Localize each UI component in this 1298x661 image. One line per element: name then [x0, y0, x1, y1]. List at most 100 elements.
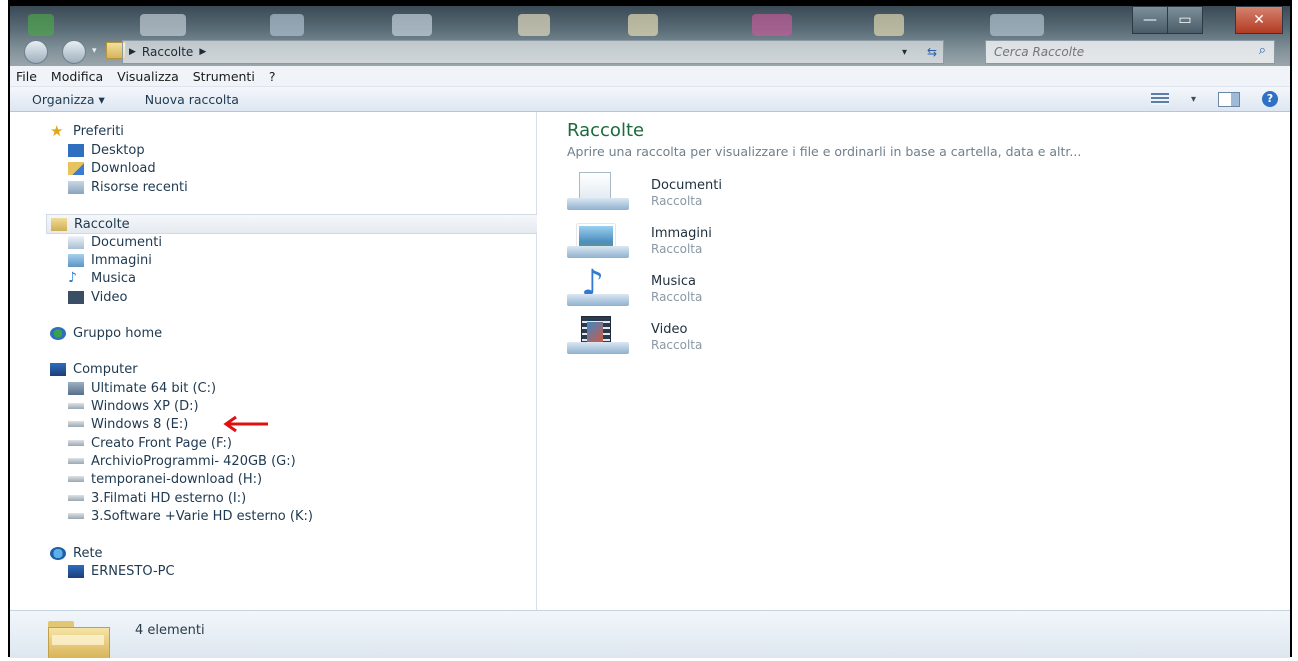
music-library-icon: ♪: [567, 266, 629, 312]
menu-strumenti[interactable]: Strumenti: [193, 69, 255, 84]
hard-drive-icon: [68, 458, 84, 464]
recent-pages-chevron-icon[interactable]: ▾: [92, 46, 97, 56]
status-bar: 4 elementi: [10, 610, 1290, 658]
libraries-folder-large-icon: [48, 621, 110, 658]
red-arrow-annotation-icon: [223, 416, 268, 432]
library-type: Raccolta: [651, 289, 703, 304]
nav-item-label: Immagini: [91, 252, 152, 268]
library-type: Raccolta: [651, 193, 703, 208]
nav-item-desktop[interactable]: Desktop: [68, 141, 145, 159]
nav-libraries[interactable]: Raccolte: [46, 214, 540, 234]
taskbar-blur-icon: [518, 14, 550, 36]
taskbar-blur-icon: [752, 14, 792, 36]
menu-visualizza[interactable]: Visualizza: [117, 69, 179, 84]
content-pane: Raccolte Aprire una raccolta per visuali…: [537, 112, 1290, 610]
nav-drive-d[interactable]: Windows XP (D:): [68, 397, 199, 415]
back-button[interactable]: [24, 40, 48, 64]
download-folder-icon: [68, 161, 84, 175]
taskbar-blur-icon: [392, 14, 432, 36]
documents-library-icon: [567, 170, 629, 216]
system-drive-icon: [68, 381, 84, 395]
search-box[interactable]: ⌕: [985, 40, 1275, 64]
homegroup-icon: [50, 326, 66, 340]
item-count: 4 elementi: [135, 623, 205, 638]
nav-item-label: Windows XP (D:): [91, 398, 199, 414]
nav-network[interactable]: Rete: [50, 544, 103, 562]
nav-item-documenti[interactable]: Documenti: [68, 233, 162, 251]
nav-computer[interactable]: Computer: [50, 360, 138, 378]
nav-item-label: ArchivioProgrammi- 420GB (G:): [91, 453, 296, 469]
nav-drive-g[interactable]: ArchivioProgrammi- 420GB (G:): [68, 452, 296, 470]
menu-modifica[interactable]: Modifica: [51, 69, 103, 84]
view-options-chevron-icon[interactable]: ▾: [1191, 94, 1196, 105]
menu-help[interactable]: ?: [269, 69, 276, 84]
documents-icon: [68, 235, 84, 249]
page-subtitle: Aprire una raccolta per visualizzare i f…: [567, 144, 1082, 159]
nav-drive-i[interactable]: 3.Filmati HD esterno (I:): [68, 489, 246, 507]
new-library-button[interactable]: Nuova raccolta: [145, 92, 239, 107]
minimize-button[interactable]: —: [1132, 6, 1168, 34]
libraries-icon: [51, 217, 67, 231]
view-controls: ▾ ?: [1150, 91, 1278, 107]
preview-pane-icon[interactable]: [1218, 91, 1240, 107]
nav-item-immagini[interactable]: Immagini: [68, 251, 152, 269]
nav-item-label: Video: [91, 289, 128, 305]
search-icon[interactable]: ⌕: [1259, 43, 1266, 58]
nav-drive-e[interactable]: Windows 8 (E:): [68, 415, 188, 433]
nav-item-ernesto-pc[interactable]: ERNESTO-PC: [68, 562, 175, 580]
recent-places-icon: [68, 180, 84, 194]
taskbar-blur-icon: [28, 14, 54, 36]
hard-drive-icon: [68, 513, 84, 519]
library-type: Raccolta: [651, 337, 703, 352]
hard-drive-icon: [68, 476, 84, 482]
hard-drive-icon: [68, 495, 84, 501]
address-bar[interactable]: ▶ Raccolte ▶ ▾ ⇆: [122, 40, 944, 64]
nav-favorites[interactable]: ★ Preferiti: [50, 122, 124, 140]
menu-file[interactable]: File: [16, 69, 37, 84]
nav-item-label: temporanei-download (H:): [91, 471, 263, 487]
nav-item-label: Musica: [91, 270, 136, 286]
nav-item-musica[interactable]: ♪ Musica: [68, 269, 136, 287]
taskbar-blur-icon: [628, 14, 658, 36]
taskbar-blur-icon: [990, 14, 1044, 36]
refresh-icon[interactable]: ⇆: [927, 45, 937, 59]
forward-button[interactable]: [62, 40, 86, 64]
help-icon[interactable]: ?: [1262, 91, 1278, 107]
library-name: Musica: [651, 273, 696, 289]
explorer-window: — ▭ ✕ ▾ ▶ Raccolte ▶ ▾ ⇆ ⌕ File Modifica…: [10, 6, 1290, 658]
nav-item-video[interactable]: Video: [68, 288, 127, 306]
nav-homegroup[interactable]: Gruppo home: [50, 324, 162, 342]
nav-drive-h[interactable]: temporanei-download (H:): [68, 470, 262, 488]
nav-item-label: 3.Software +Varie HD esterno (K:): [91, 508, 313, 524]
nav-item-recent[interactable]: Risorse recenti: [68, 178, 188, 196]
breadcrumb-arrow-icon[interactable]: ▶: [199, 47, 206, 57]
hard-drive-icon: [68, 421, 84, 427]
library-video[interactable]: Video Raccolta: [567, 314, 702, 360]
address-dropdown-icon[interactable]: ▾: [902, 47, 907, 58]
nav-drive-c[interactable]: Ultimate 64 bit (C:): [68, 379, 216, 397]
nav-drive-k[interactable]: 3.Software +Varie HD esterno (K:): [68, 507, 313, 525]
close-button[interactable]: ✕: [1235, 6, 1283, 34]
nav-item-download[interactable]: Download: [68, 159, 156, 177]
music-icon: ♪: [68, 269, 77, 286]
library-documenti[interactable]: Documenti Raccolta: [567, 170, 722, 216]
breadcrumb-arrow-icon: ▶: [129, 47, 136, 57]
nav-drive-f[interactable]: Creato Front Page (F:): [68, 434, 232, 452]
hard-drive-icon: [68, 440, 84, 446]
change-view-icon[interactable]: [1150, 93, 1169, 105]
library-immagini[interactable]: Immagini Raccolta: [567, 218, 712, 264]
maximize-button[interactable]: ▭: [1167, 6, 1203, 34]
video-library-icon: [567, 314, 629, 360]
library-type: Raccolta: [651, 241, 703, 256]
nav-computer-label: Computer: [73, 361, 138, 377]
breadcrumb-raccolte[interactable]: Raccolte: [142, 45, 193, 59]
page-title: Raccolte: [567, 120, 645, 141]
nav-item-label: Download: [91, 160, 156, 176]
library-musica[interactable]: ♪ Musica Raccolta: [567, 266, 702, 312]
title-bar: — ▭ ✕ ▾ ▶ Raccolte ▶ ▾ ⇆ ⌕: [10, 6, 1290, 66]
nav-network-label: Rete: [73, 545, 103, 561]
organize-button[interactable]: Organizza ▾: [32, 92, 105, 107]
search-input[interactable]: [986, 44, 1246, 60]
library-name: Video: [651, 321, 688, 337]
menu-bar: File Modifica Visualizza Strumenti ?: [10, 66, 1290, 87]
